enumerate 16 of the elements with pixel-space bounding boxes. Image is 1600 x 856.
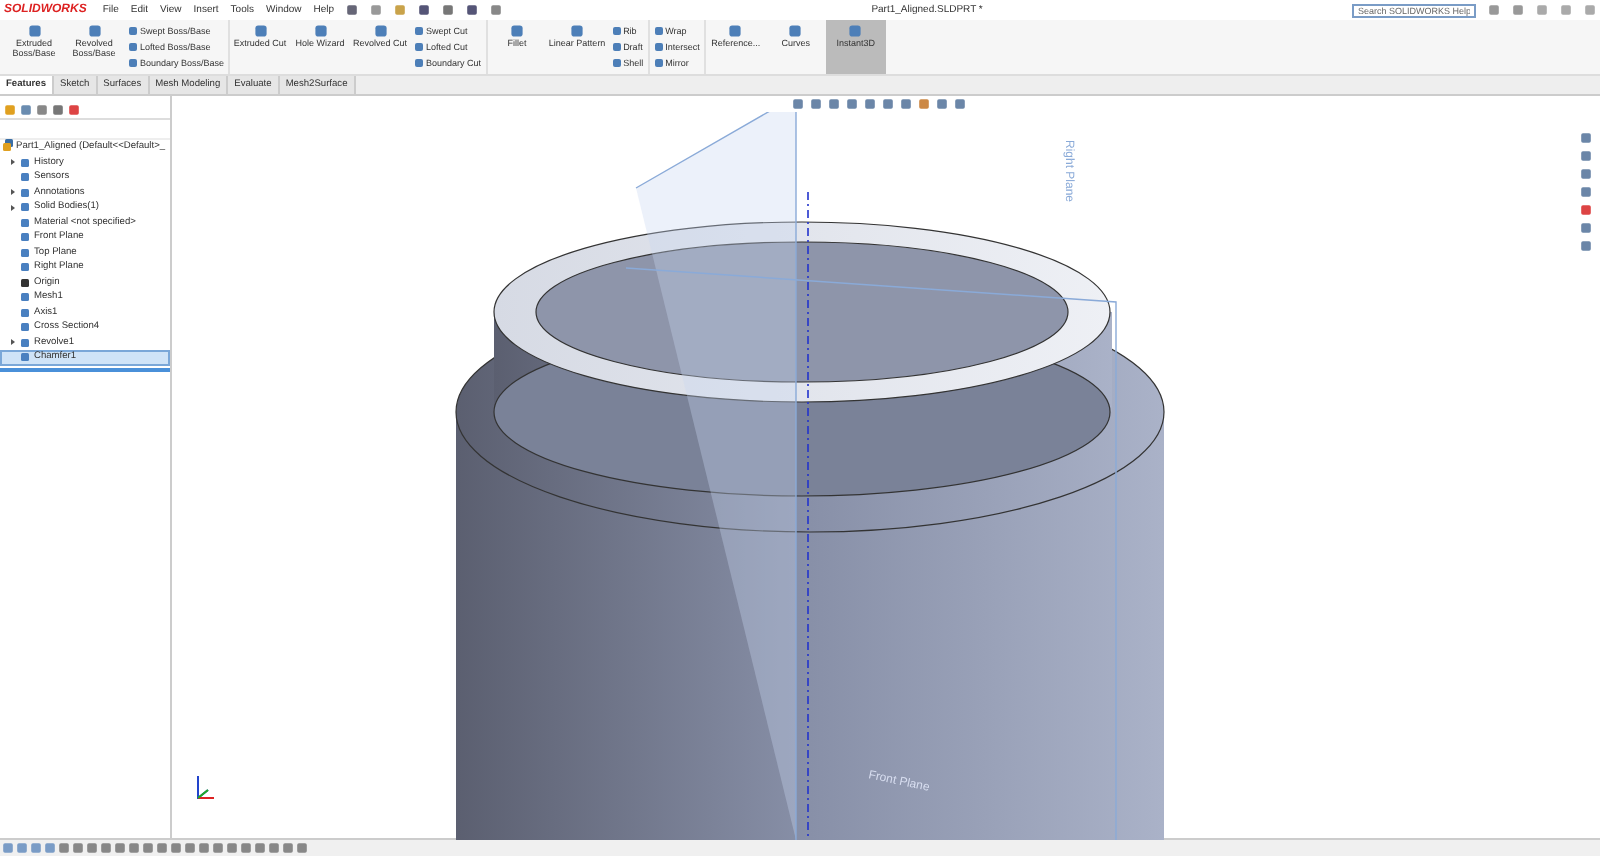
expand-icon[interactable] bbox=[10, 338, 16, 347]
tool-icon bbox=[510, 24, 525, 38]
expand-icon[interactable] bbox=[10, 188, 16, 197]
tool-icon bbox=[253, 24, 268, 38]
tool-icon bbox=[728, 24, 743, 38]
expand-icon[interactable] bbox=[10, 158, 16, 167]
part-icon bbox=[2, 142, 12, 153]
tool-icon bbox=[373, 24, 388, 38]
tool-icon bbox=[27, 24, 41, 38]
tool-icon bbox=[570, 24, 585, 38]
tool-icon bbox=[788, 24, 803, 38]
axis-triad-icon bbox=[192, 772, 216, 804]
tool-icon bbox=[313, 24, 328, 38]
tool-icon bbox=[848, 24, 863, 38]
expand-icon[interactable] bbox=[10, 203, 16, 212]
tool-icon bbox=[87, 24, 101, 38]
